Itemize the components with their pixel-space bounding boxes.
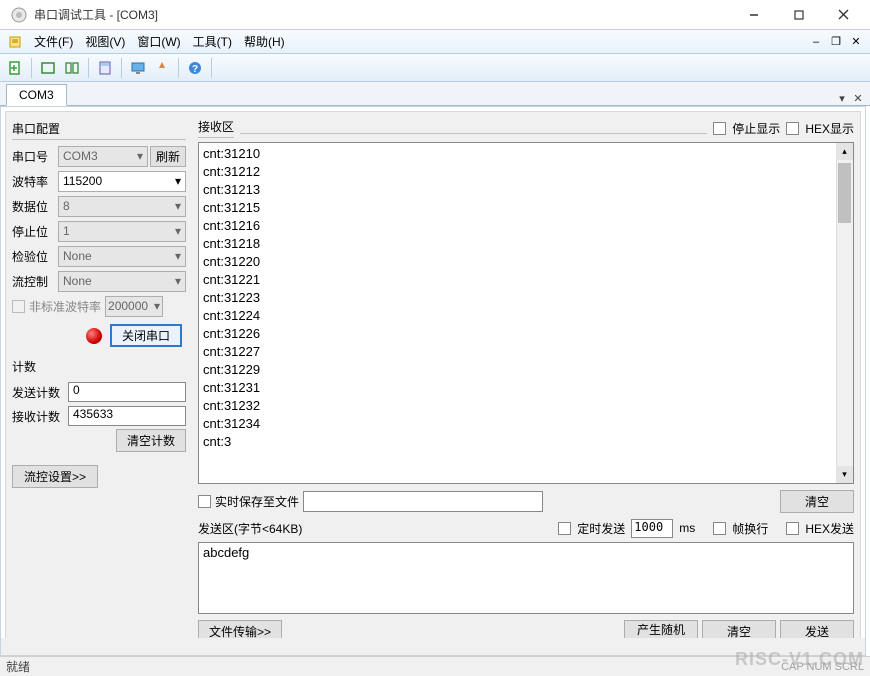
nonstd-label: 非标准波特率: [29, 298, 101, 315]
tab-dropdown-icon[interactable]: ▾: [834, 92, 850, 105]
interval-input[interactable]: 1000: [631, 519, 673, 538]
workarea: 串口配置 串口号 COM3▾ 刷新 波特率 115200▾ 数据位 8▾ 停止位…: [0, 106, 866, 656]
right-panel: 接收区 停止显示 HEX显示 cnt:31210 cnt:31212 cnt:3…: [192, 112, 860, 650]
tool-layout1-icon[interactable]: [37, 57, 59, 79]
menubar: 文件(F) 视图(V) 窗口(W) 工具(T) 帮助(H) ‒ ❐ ✕: [0, 30, 870, 54]
mdi-minimize-icon[interactable]: ‒: [808, 34, 824, 50]
send-count-value[interactable]: 0: [68, 382, 186, 402]
timed-send-label: 定时发送: [577, 520, 625, 537]
tool-help-icon[interactable]: ?: [184, 57, 206, 79]
tool-new-icon[interactable]: [4, 57, 26, 79]
recv-count-label: 接收计数: [12, 408, 68, 425]
clear-count-button[interactable]: 清空计数: [116, 429, 186, 452]
save-file-label: 实时保存至文件: [215, 493, 299, 510]
flow-select[interactable]: None▾: [58, 271, 186, 292]
mdi-restore-icon[interactable]: ❐: [828, 34, 844, 50]
tool-pin-icon[interactable]: [151, 57, 173, 79]
scroll-thumb[interactable]: [838, 163, 851, 223]
flow-label: 流控制: [12, 273, 58, 290]
tabstrip: COM3 ▾ ✕: [0, 82, 870, 106]
port-select[interactable]: COM3▾: [58, 146, 148, 167]
scroll-up-icon[interactable]: ▴: [836, 143, 853, 160]
parity-label: 检验位: [12, 248, 58, 265]
stop-display-checkbox[interactable]: [713, 122, 726, 135]
count-title: 计数: [12, 356, 186, 377]
recv-clear-button[interactable]: 清空: [780, 490, 854, 513]
hex-send-checkbox[interactable]: [786, 522, 799, 535]
save-file-checkbox[interactable]: [198, 495, 211, 508]
app-icon: [10, 6, 28, 24]
toolbar: ?: [0, 54, 870, 82]
save-filename-input[interactable]: [303, 491, 543, 512]
mdi-close-icon[interactable]: ✕: [848, 34, 864, 50]
databits-label: 数据位: [12, 198, 58, 215]
send-title: 发送区(字节<64KB): [198, 520, 302, 537]
ms-label: ms: [679, 521, 695, 535]
recv-title: 接收区: [198, 118, 234, 138]
status-ready: 就绪: [6, 658, 30, 675]
refresh-button[interactable]: 刷新: [150, 146, 186, 167]
port-label: 串口号: [12, 148, 58, 165]
recv-scrollbar[interactable]: ▴ ▾: [836, 143, 853, 483]
send-count-label: 发送计数: [12, 384, 68, 401]
receive-textarea[interactable]: cnt:31210 cnt:31212 cnt:31213 cnt:31215 …: [198, 142, 854, 484]
wrap-checkbox[interactable]: [713, 522, 726, 535]
menu-file[interactable]: 文件(F): [28, 31, 79, 52]
nonstd-checkbox[interactable]: [12, 300, 25, 313]
stop-display-label: 停止显示: [732, 120, 780, 137]
maximize-button[interactable]: [776, 1, 821, 29]
close-button[interactable]: [821, 1, 866, 29]
menu-tool[interactable]: 工具(T): [187, 31, 238, 52]
window-title: 串口调试工具 - [COM3]: [34, 6, 731, 23]
baud-label: 波特率: [12, 173, 58, 190]
menu-icon: [8, 34, 24, 50]
menu-window[interactable]: 窗口(W): [131, 31, 186, 52]
baud-select[interactable]: 115200▾: [58, 171, 186, 192]
close-port-button[interactable]: 关闭串口: [110, 324, 182, 347]
menu-help[interactable]: 帮助(H): [238, 31, 291, 52]
tab-com3[interactable]: COM3: [6, 84, 67, 106]
wrap-label: 帧换行: [732, 520, 768, 537]
tool-monitor-icon[interactable]: [127, 57, 149, 79]
timed-send-checkbox[interactable]: [558, 522, 571, 535]
hex-display-label: HEX显示: [805, 120, 854, 137]
recv-count-value[interactable]: 435633: [68, 406, 186, 426]
nonstd-value[interactable]: 200000▾: [105, 296, 163, 317]
tool-calc-icon[interactable]: [94, 57, 116, 79]
tool-layout2-icon[interactable]: [61, 57, 83, 79]
flow-settings-button[interactable]: 流控设置>>: [12, 465, 98, 488]
client-panel: 串口配置 串口号 COM3▾ 刷新 波特率 115200▾ 数据位 8▾ 停止位…: [5, 111, 861, 651]
databits-select[interactable]: 8▾: [58, 196, 186, 217]
scroll-down-icon[interactable]: ▾: [836, 466, 853, 483]
watermark: RISC-V1.COM: [735, 649, 864, 670]
stopbits-select[interactable]: 1▾: [58, 221, 186, 242]
hex-display-checkbox[interactable]: [786, 122, 799, 135]
titlebar: 串口调试工具 - [COM3]: [0, 0, 870, 30]
menu-view[interactable]: 视图(V): [79, 31, 131, 52]
svg-text:?: ?: [192, 64, 198, 75]
tab-label: COM3: [19, 88, 54, 102]
stopbits-label: 停止位: [12, 223, 58, 240]
send-textarea[interactable]: abcdefg: [198, 542, 854, 614]
left-panel: 串口配置 串口号 COM3▾ 刷新 波特率 115200▾ 数据位 8▾ 停止位…: [6, 112, 192, 650]
hex-send-label: HEX发送: [805, 520, 854, 537]
tab-close-icon[interactable]: ✕: [850, 92, 866, 105]
status-led-icon: [86, 328, 102, 344]
config-title: 串口配置: [12, 118, 186, 140]
minimize-button[interactable]: [731, 1, 776, 29]
parity-select[interactable]: None▾: [58, 246, 186, 267]
